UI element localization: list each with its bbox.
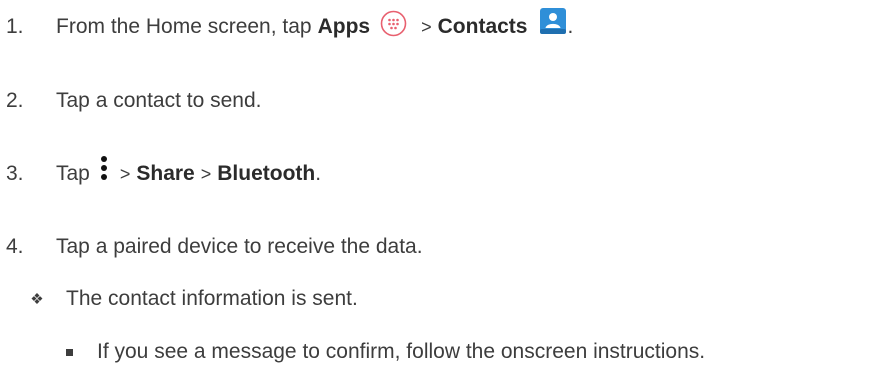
separator: > bbox=[421, 16, 432, 37]
step-number: 1. bbox=[6, 15, 24, 38]
share-label: Share bbox=[136, 162, 195, 185]
step-text: Tap a paired device to receive the data. bbox=[56, 235, 423, 258]
end-period: . bbox=[315, 162, 322, 185]
result-text: The contact information is sent. bbox=[66, 287, 358, 310]
separator: > bbox=[119, 163, 131, 184]
contacts-label: Contacts bbox=[437, 15, 528, 38]
end-period: . bbox=[567, 15, 574, 38]
step-1: 1. From the Home screen, tap Apps > Cont… bbox=[0, 8, 574, 42]
square-bullet-icon bbox=[66, 348, 73, 356]
bluetooth-label: Bluetooth bbox=[217, 162, 316, 185]
note-text: If you see a message to confirm, follow … bbox=[97, 340, 706, 363]
apps-label: Apps bbox=[317, 15, 371, 38]
step-text: From the Home screen, tap bbox=[56, 15, 312, 38]
contacts-icon bbox=[539, 7, 567, 35]
step-number: 3. bbox=[6, 162, 24, 185]
step-number: 4. bbox=[6, 235, 24, 258]
separator: > bbox=[200, 163, 212, 184]
step-text: Tap bbox=[56, 162, 90, 185]
step-4: 4. Tap a paired device to receive the da… bbox=[0, 232, 423, 262]
result-line: ❖ The contact information is sent. bbox=[22, 284, 358, 314]
note-line: If you see a message to confirm, follow … bbox=[66, 337, 705, 367]
step-number: 2. bbox=[6, 89, 24, 112]
menu-icon bbox=[100, 155, 108, 183]
step-text: Tap a contact to send. bbox=[56, 89, 262, 112]
diamond-bullet-icon: ❖ bbox=[30, 291, 44, 308]
step-2: 2. Tap a contact to send. bbox=[0, 86, 261, 116]
apps-icon bbox=[380, 10, 407, 37]
step-3: 3. Tap > Share > Bluetooth . bbox=[0, 156, 322, 189]
